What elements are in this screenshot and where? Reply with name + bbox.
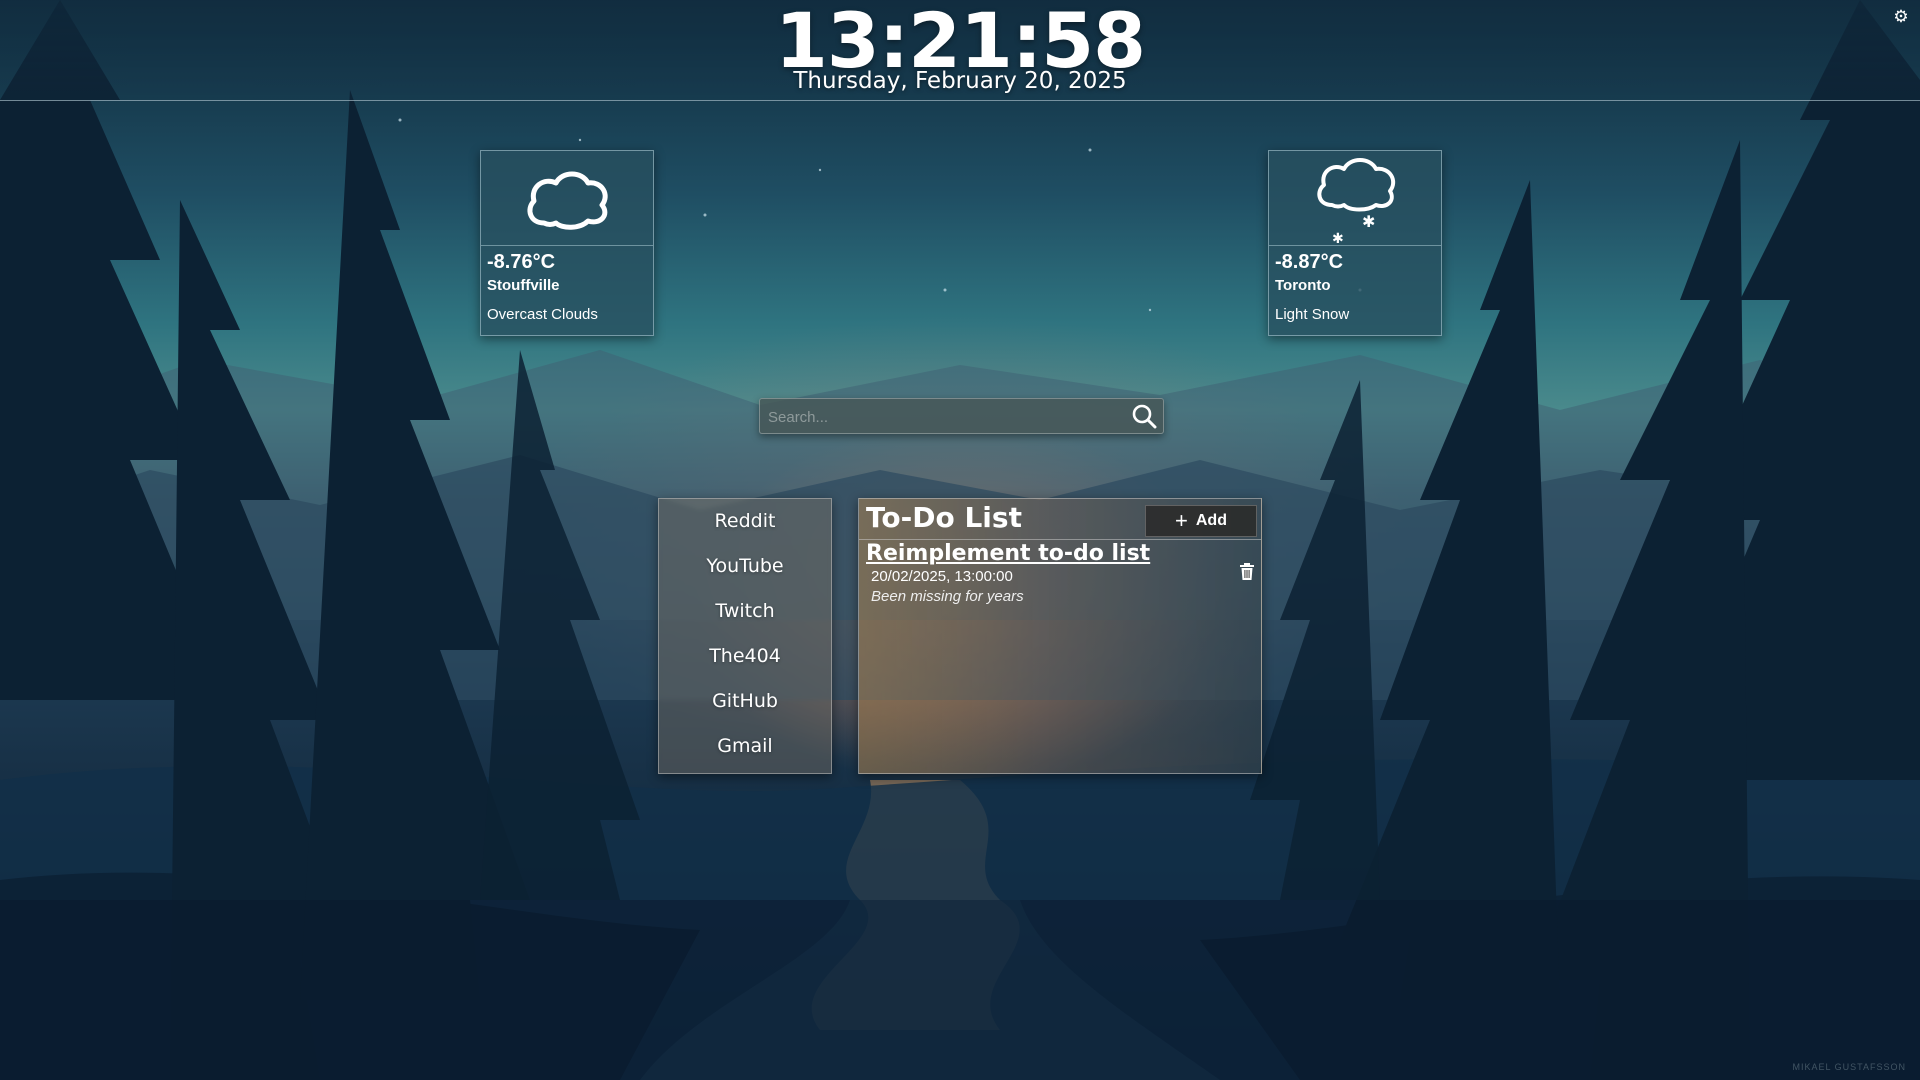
search-bar (759, 398, 1164, 435)
weather-city: Stouffville (487, 277, 560, 294)
todo-item-note: Been missing for years (871, 588, 1024, 605)
link-the404[interactable]: The404 (659, 634, 831, 679)
link-twitch[interactable]: Twitch (659, 589, 831, 634)
weather-condition: Light Snow (1275, 306, 1350, 323)
add-todo-button[interactable]: + Add (1145, 505, 1257, 537)
search-icon[interactable] (1131, 403, 1157, 429)
weather-temperature: -8.76°C (487, 251, 556, 273)
weather-condition: Overcast Clouds (487, 306, 598, 323)
quick-links-panel: Reddit YouTube Twitch The404 GitHub Gmai… (658, 498, 832, 774)
search-input[interactable] (766, 399, 1120, 435)
todo-item-title[interactable]: Reimplement to-do list (866, 541, 1150, 566)
todo-item-date: 20/02/2025, 13:00:00 (871, 568, 1013, 585)
gear-icon[interactable]: ⚙ (1892, 8, 1910, 26)
weather-temperature: -8.87°C (1275, 251, 1344, 273)
snow-cloud-icon: ✱ ✱ (1317, 158, 1396, 243)
plus-icon: + (1175, 508, 1188, 533)
weather-card-toronto: ✱ ✱ -8.87°C Toronto Light Snow (1268, 150, 1442, 336)
weather-card-stouffville: -8.76°C Stouffville Overcast Clouds (480, 150, 654, 336)
add-button-label: Add (1195, 512, 1227, 529)
link-youtube[interactable]: YouTube (659, 544, 831, 589)
clock-date: Thursday, February 20, 2025 (793, 68, 1127, 94)
weather-city: Toronto (1275, 277, 1331, 294)
svg-text:✱: ✱ (1362, 212, 1375, 231)
cloud-icon (527, 171, 608, 230)
svg-text:✱: ✱ (1332, 231, 1344, 243)
todo-divider (859, 539, 1261, 540)
link-reddit[interactable]: Reddit (659, 499, 831, 544)
header-bar: 13:21:58 Thursday, February 20, 2025 (0, 0, 1920, 101)
wallpaper-credit: MIKAEL GUSTAFSSON (1792, 1062, 1906, 1072)
todo-panel: To-Do List + Add Reimplement to-do list … (858, 498, 1262, 774)
link-gmail[interactable]: Gmail (659, 724, 831, 769)
link-github[interactable]: GitHub (659, 679, 831, 724)
trash-icon[interactable] (1239, 563, 1255, 581)
todo-title: To-Do List (866, 501, 1022, 534)
